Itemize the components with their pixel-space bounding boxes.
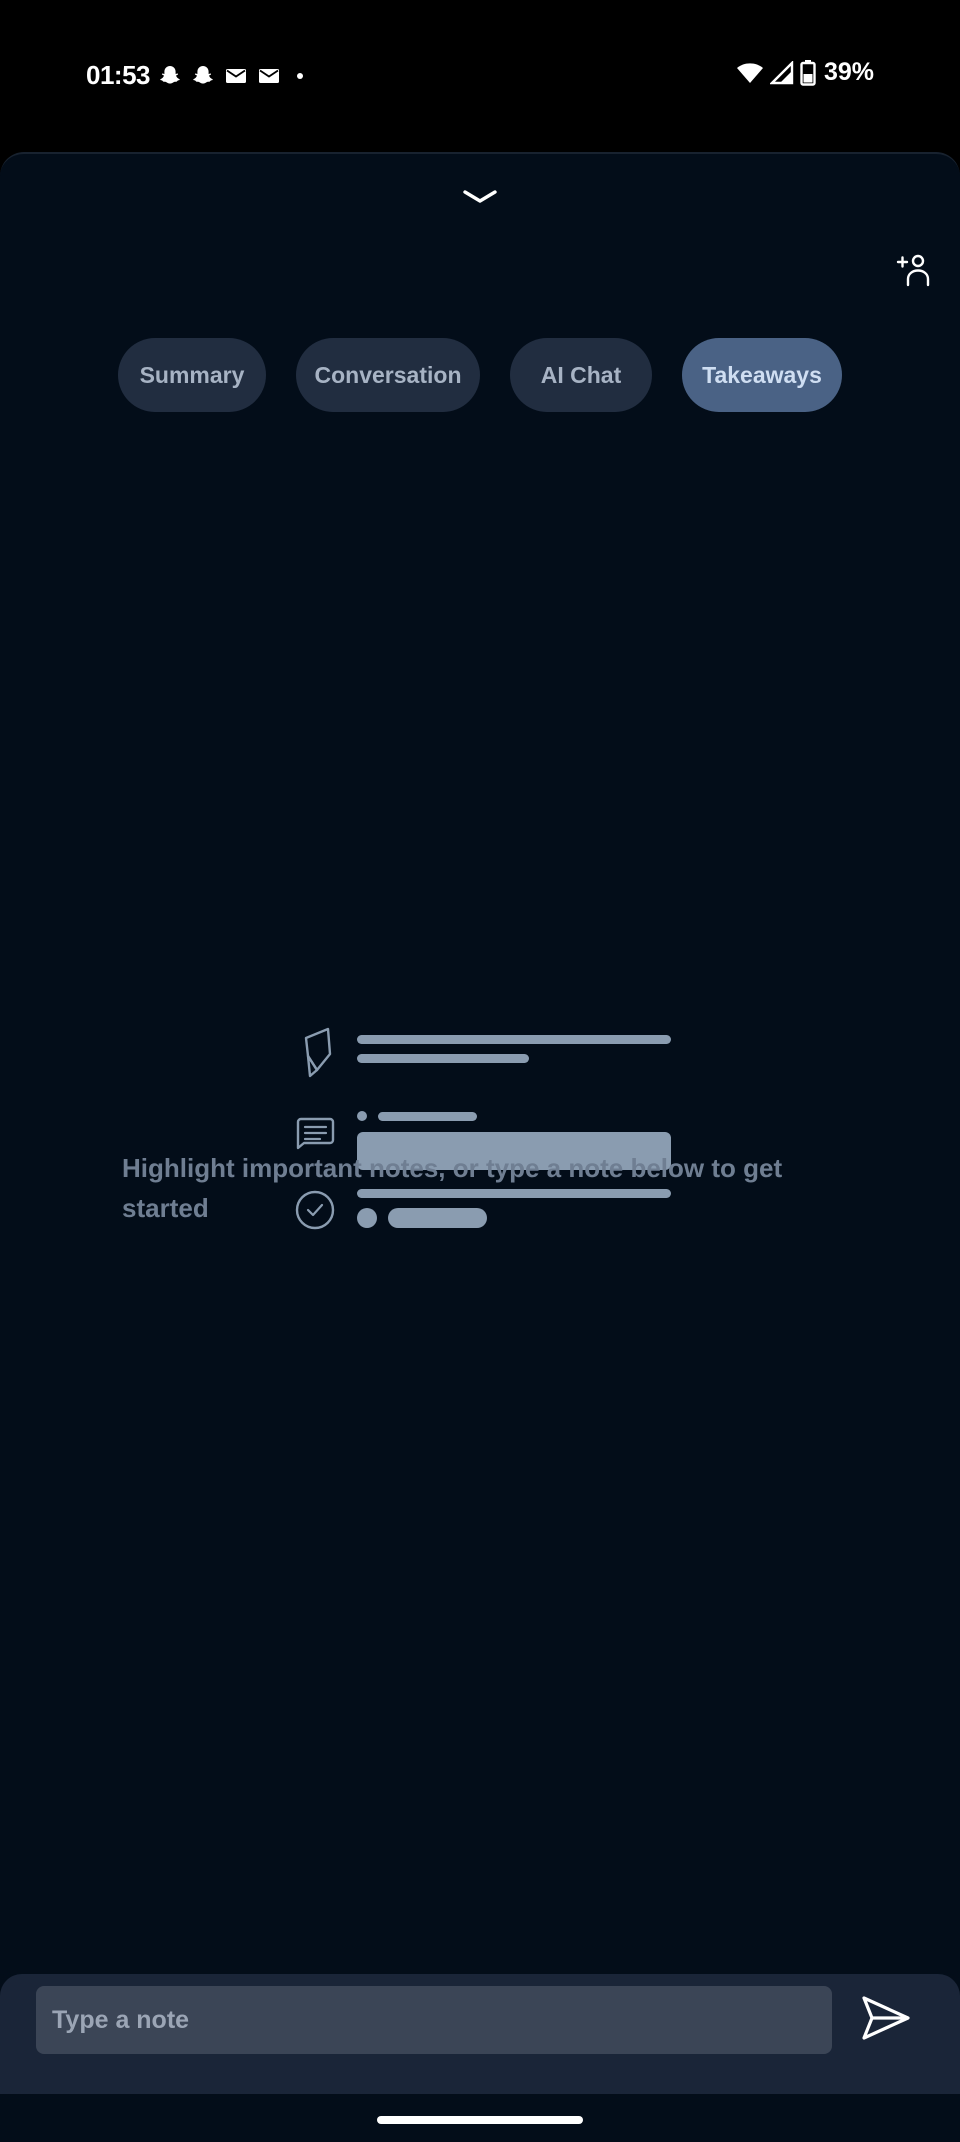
tab-conversation[interactable]: Conversation (296, 338, 480, 412)
note-composer (0, 1974, 960, 2094)
snapchat-icon (158, 64, 182, 88)
takeaways-sheet: Summary Conversation AI Chat Takeaways H… (0, 152, 960, 2094)
home-indicator[interactable] (377, 2116, 583, 2124)
collapse-button[interactable] (458, 184, 502, 214)
status-time: 01:53 (86, 60, 151, 90)
send-icon (860, 1994, 912, 2047)
skeleton-dot (357, 1111, 367, 1121)
note-input[interactable] (36, 1986, 832, 2054)
gmail-icon (224, 64, 248, 88)
tab-summary[interactable]: Summary (118, 338, 266, 412)
notification-icons (158, 64, 310, 88)
empty-state-illustration (290, 1026, 680, 1266)
add-participant-button[interactable] (892, 250, 936, 294)
highlighter-icon (304, 1027, 332, 1078)
skeleton-line (378, 1112, 477, 1121)
send-button[interactable] (856, 1990, 916, 2050)
tab-bar: Summary Conversation AI Chat Takeaways (0, 338, 960, 412)
battery-percentage: 39% (823, 58, 874, 86)
message-icon (296, 1117, 335, 1150)
wifi-icon (736, 61, 764, 85)
status-bar: 01:53 39% (0, 0, 960, 152)
skeleton-line (357, 1035, 671, 1044)
tab-ai-chat[interactable]: AI Chat (510, 338, 652, 412)
tab-takeaways[interactable]: Takeaways (682, 338, 842, 412)
snapchat-icon (191, 64, 215, 88)
system-status: 39% (736, 58, 874, 87)
gmail-icon (257, 64, 281, 88)
empty-state-message: Highlight important notes, or type a not… (122, 1153, 783, 1223)
skeleton-line (357, 1054, 529, 1063)
navigation-area (0, 2094, 960, 2142)
chevron-down-icon (462, 188, 498, 211)
dot-icon (290, 64, 310, 88)
add-person-icon (896, 253, 932, 292)
cell-signal-icon (769, 60, 794, 85)
battery-icon (800, 59, 816, 86)
